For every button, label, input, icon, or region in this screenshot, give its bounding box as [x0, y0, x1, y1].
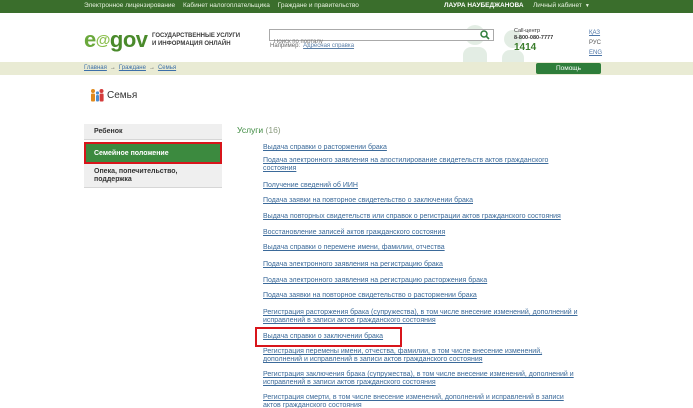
chevron-down-icon: ▼: [584, 3, 590, 9]
call-center-short-number: 1414: [514, 42, 537, 53]
service-link[interactable]: Выдача повторных свидетельств или справо…: [263, 213, 561, 221]
family-icon: [91, 89, 104, 102]
service-link[interactable]: Выдача справки о расторжении брака: [263, 144, 387, 152]
service-link-line: актов гражданского состояния: [263, 402, 362, 408]
search-icon[interactable]: [479, 30, 491, 40]
service-link[interactable]: Регистрация смерти, в том числе внесение…: [263, 394, 564, 408]
breadcrumb: Главная → Граждане → Семья: [84, 65, 177, 71]
service-link[interactable]: Подача заявки на повторное свидетельство…: [263, 197, 473, 205]
service-link-line: Регистрация смерти, в том числе внесение…: [263, 394, 564, 401]
call-center-phone: 8-800-080-7777: [514, 35, 554, 41]
service-link[interactable]: Выдача справки о перемене имени, фамилии…: [263, 244, 445, 252]
service-link-line: Восстановление записей актов гражданског…: [263, 229, 446, 236]
page-title: Семья: [90, 88, 137, 102]
service-link-line: Регистрация расторжения брака (супружест…: [263, 309, 578, 316]
service-link[interactable]: Подача заявки на повторное свидетельство…: [263, 292, 477, 300]
service-link-line: Регистрация перемены имени, отчества, фа…: [263, 348, 543, 355]
header: e@gov ГОСУДАРСТВЕННЫЕ УСЛУГИ И ИНФОРМАЦИ…: [0, 13, 693, 71]
service-link-line: Подача заявки на повторное свидетельство…: [263, 197, 473, 204]
breadcrumb-citizens[interactable]: Граждане: [119, 65, 146, 71]
user-name[interactable]: ЛАУРА НАУБЕДЖАНОВА: [444, 2, 524, 9]
call-center-label: Call-центр: [514, 28, 541, 34]
service-link-line: Выдача повторных свидетельств или справо…: [263, 213, 561, 220]
service-link[interactable]: Подача электронного заявления на регистр…: [263, 277, 487, 285]
side-nav: Ребенок Семейное положение Опека, попечи…: [84, 124, 222, 188]
service-link[interactable]: Подача электронного заявления на апостил…: [263, 157, 548, 173]
top-link-taxpayer[interactable]: Кабинет налогоплательщика: [183, 2, 270, 9]
help-button[interactable]: Помощь: [536, 63, 601, 74]
service-link[interactable]: Восстановление записей актов гражданског…: [263, 229, 445, 237]
logo-at-icon: @: [95, 32, 111, 49]
service-link[interactable]: Регистрация перемены имени, отчества, фа…: [263, 348, 542, 364]
services-count: (16): [265, 125, 281, 135]
services-heading: Услуги (16): [237, 125, 281, 135]
service-link[interactable]: Регистрация заключения брака (супружеств…: [263, 371, 574, 387]
breadcrumb-home[interactable]: Главная: [84, 65, 107, 71]
service-link-line: исправлений в записи актов гражданского …: [263, 317, 436, 324]
top-bar: Электронное лицензирование Кабинет налог…: [0, 0, 693, 13]
top-link-licensing[interactable]: Электронное лицензирование: [84, 2, 175, 9]
lang-kaz[interactable]: ҚАЗ: [589, 28, 602, 38]
egov-logo[interactable]: e@gov: [84, 27, 148, 53]
top-links: Электронное лицензирование Кабинет налог…: [84, 2, 365, 9]
services-title: Услуги: [237, 125, 264, 135]
service-link-line: исправлений в записи актов гражданского …: [263, 379, 436, 386]
breadcrumb-family[interactable]: Семья: [158, 65, 176, 71]
service-link-line: Подача заявки на повторное свидетельство…: [263, 292, 477, 299]
personal-cabinet-menu[interactable]: Личный кабинет ▼: [533, 2, 590, 9]
call-center: Call-центр 8-800-080-7777 1414: [514, 28, 553, 53]
sidenav-item-child[interactable]: Ребенок: [84, 124, 222, 140]
sidenav-item-guardianship[interactable]: Опека, попечительство, поддержка: [84, 164, 222, 188]
highlight-marriage-certificate: [255, 327, 402, 347]
service-link-line: дополнений и исправлений в записи актов …: [263, 356, 483, 363]
personal-cabinet-label: Личный кабинет: [533, 2, 582, 9]
sidenav-item-marital-status[interactable]: Семейное положение: [84, 142, 222, 164]
service-link-line: Подача электронного заявления на апостил…: [263, 157, 549, 164]
service-link-line: состояния: [263, 165, 297, 172]
breadcrumb-bar: Главная → Граждане → Семья Помощь: [0, 62, 693, 75]
search-hint: Например: Адресная справка: [270, 43, 355, 49]
service-link-line: Подача электронного заявления на регистр…: [263, 261, 443, 268]
service-link[interactable]: Подача электронного заявления на регистр…: [263, 261, 443, 269]
service-link-line: Получение сведений об ИИН: [263, 182, 358, 189]
search-box: [269, 29, 494, 47]
top-link-citizens-government[interactable]: Граждане и правительство: [278, 2, 359, 9]
language-switcher: ҚАЗ РУС ENG: [589, 28, 602, 58]
hint-link[interactable]: Адресная справка: [303, 43, 354, 49]
service-link-line: Выдача справки о расторжении брака: [263, 144, 387, 151]
lang-rus[interactable]: РУС: [589, 38, 602, 48]
service-link-line: Выдача справки о перемене имени, фамилии…: [263, 244, 445, 251]
tagline: ГОСУДАРСТВЕННЫЕ УСЛУГИ И ИНФОРМАЦИЯ ОНЛА…: [152, 33, 241, 47]
service-link-line: Подача электронного заявления на регистр…: [263, 277, 488, 284]
service-link[interactable]: Регистрация расторжения брака (супружест…: [263, 309, 578, 325]
page-title-text: Семья: [107, 89, 138, 101]
service-link-line: Регистрация заключения брака (супружеств…: [263, 371, 574, 378]
service-link[interactable]: Получение сведений об ИИН: [263, 182, 358, 190]
lang-eng[interactable]: ENG: [589, 48, 602, 58]
